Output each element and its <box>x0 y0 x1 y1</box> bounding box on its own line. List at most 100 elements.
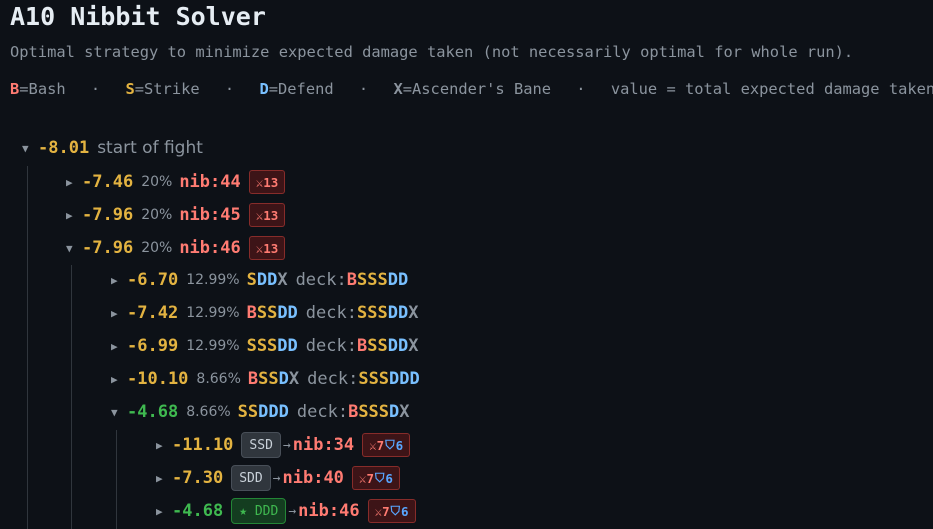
card-D: DD <box>387 336 409 356</box>
tree-guide-line <box>116 430 117 529</box>
expected-damage-value: -7.42 <box>127 303 179 323</box>
nibbit-hp: nib:40 <box>282 468 344 488</box>
tree-node-root[interactable]: ▼ -8.01 start of fight <box>22 135 203 161</box>
deck-label: deck: <box>296 402 349 422</box>
tree-node-play[interactable]: ▶ -7.30 SDD → nib:40 ⚔7 ⛉ 6 <box>156 465 400 491</box>
remaining-deck: deck:BSSDDX <box>306 336 419 356</box>
enemy-intent-badge: ⚔7 ⛉ 6 <box>351 466 400 490</box>
block-value: 6 <box>385 470 393 486</box>
expanded-triangle-icon[interactable]: ▼ <box>22 142 38 155</box>
shield-icon: ⛉ <box>374 470 385 485</box>
remaining-deck: deck:SSSDDX <box>306 303 419 323</box>
play-chip[interactable]: SSD <box>241 432 281 458</box>
card-X: X <box>408 336 419 356</box>
expected-damage-value: -4.68 <box>127 402 179 422</box>
enemy-intent-badge: ⚔7 ⛉ 6 <box>367 499 416 523</box>
tree-node-nibbit-hp[interactable]: ▶ -7.46 20% nib:44 ⚔13 <box>66 169 286 195</box>
probability: 20% <box>141 174 173 190</box>
probability: 8.66% <box>186 404 231 420</box>
drawn-hand: SSSDD <box>247 336 298 356</box>
probability: 12.99% <box>186 305 240 321</box>
collapsed-triangle-icon[interactable]: ▶ <box>156 472 172 485</box>
collapsed-triangle-icon[interactable]: ▶ <box>156 439 172 452</box>
tree-node-hand[interactable]: ▶ -10.10 8.66% BSSDX deck:SSSDDD <box>111 366 420 392</box>
card-D: DD <box>387 270 409 290</box>
remaining-deck: deck:BSSSDD <box>296 270 409 290</box>
card-X: X <box>288 369 300 389</box>
tree-node-nibbit-hp[interactable]: ▶ -7.96 20% nib:45 ⚔13 <box>66 202 286 228</box>
tree-node-hand[interactable]: ▶ -6.70 12.99% SDDX deck:BSSSDD <box>111 267 408 293</box>
expected-damage-value: -6.70 <box>127 270 179 290</box>
crossed-swords-icon: ⚔7 <box>374 503 390 519</box>
collapsed-triangle-icon[interactable]: ▶ <box>111 373 127 386</box>
card-S: SSS <box>246 336 278 356</box>
drawn-hand: SSDDD <box>238 402 289 422</box>
card-B: B <box>348 402 359 422</box>
card-D: D <box>389 402 400 422</box>
card-S: SSS <box>358 402 390 422</box>
arrow-right-icon: → <box>272 470 281 486</box>
tree-node-hand[interactable]: ▶ -6.99 12.99% SSSDD deck:BSSDDX <box>111 333 418 359</box>
node-label: start of fight <box>97 138 203 158</box>
card-S: SSS <box>357 270 388 290</box>
nibbit-hp: nib:45 <box>179 205 241 225</box>
crossed-swords-icon: ⚔7 <box>358 470 374 486</box>
tree-guide-line <box>27 166 28 529</box>
arrow-right-icon: → <box>282 437 291 453</box>
card-B: B <box>356 336 368 356</box>
best-play-chip[interactable]: ★ DDD <box>231 498 287 524</box>
shield-icon: ⛉ <box>385 437 395 452</box>
card-D: D <box>278 369 289 389</box>
deck-label: deck: <box>305 336 357 356</box>
enemy-intent-badge: ⚔13 <box>248 203 286 227</box>
tree-node-nibbit-hp[interactable]: ▼ -7.96 20% nib:46 ⚔13 <box>66 235 286 261</box>
nibbit-hp: nib:34 <box>292 435 355 455</box>
arrow-right-icon: → <box>288 503 297 519</box>
card-D: DD <box>387 303 409 323</box>
crossed-swords-icon: ⚔13 <box>255 240 279 256</box>
card-D: DD <box>256 270 278 290</box>
collapsed-triangle-icon[interactable]: ▶ <box>66 176 82 189</box>
enemy-intent-badge: ⚔13 <box>248 236 286 260</box>
collapsed-triangle-icon[interactable]: ▶ <box>111 274 127 287</box>
expanded-triangle-icon[interactable]: ▼ <box>66 242 82 255</box>
card-D: DDD <box>389 369 420 389</box>
crossed-swords-icon: ⚔7 <box>369 437 385 453</box>
shield-icon: ⛉ <box>390 503 401 518</box>
card-B: B <box>247 369 259 389</box>
expanded-triangle-icon[interactable]: ▼ <box>111 406 127 419</box>
deck-label: deck: <box>295 270 347 290</box>
card-S: S <box>246 270 257 290</box>
collapsed-triangle-icon[interactable]: ▶ <box>66 209 82 222</box>
card-X: X <box>277 270 288 290</box>
expected-damage-value: -6.99 <box>127 336 179 356</box>
drawn-hand: SDDX <box>247 270 288 290</box>
nibbit-hp: nib:46 <box>298 501 360 521</box>
probability: 8.66% <box>196 371 241 387</box>
collapsed-triangle-icon[interactable]: ▶ <box>156 505 172 518</box>
card-B: B <box>346 270 357 290</box>
probability: 20% <box>141 240 173 256</box>
play-chip[interactable]: SDD <box>231 465 271 491</box>
expected-damage-value: -4.68 <box>172 501 224 521</box>
card-D: DD <box>277 336 298 356</box>
collapsed-triangle-icon[interactable]: ▶ <box>111 307 127 320</box>
collapsed-triangle-icon[interactable]: ▶ <box>111 340 127 353</box>
expected-damage-value: -7.30 <box>172 468 224 488</box>
expected-damage-value: -7.46 <box>82 172 134 192</box>
card-S: SS <box>237 402 259 422</box>
tree-node-hand[interactable]: ▼ -4.68 8.66% SSDDD deck:BSSSDX <box>111 399 410 425</box>
remaining-deck: deck:SSSDDD <box>307 369 420 389</box>
tree-node-play[interactable]: ▶ -11.10 SSD → nib:34 ⚔7 ⛉ 6 <box>156 432 411 458</box>
tree-node-hand[interactable]: ▶ -7.42 12.99% BSSDD deck:SSSDDX <box>111 300 418 326</box>
crossed-swords-icon: ⚔13 <box>255 174 279 190</box>
nibbit-hp: nib:44 <box>179 172 241 192</box>
drawn-hand: BSSDD <box>247 303 298 323</box>
remaining-deck: deck:BSSSDX <box>297 402 410 422</box>
card-S: SSS <box>356 303 388 323</box>
card-S: SSS <box>358 369 390 389</box>
expected-damage-value: -7.96 <box>82 205 134 225</box>
drawn-hand: BSSDX <box>248 369 299 389</box>
card-X: X <box>408 303 419 323</box>
tree-node-play[interactable]: ▶ -4.68 ★ DDD → nib:46 ⚔7 ⛉ 6 <box>156 498 416 524</box>
